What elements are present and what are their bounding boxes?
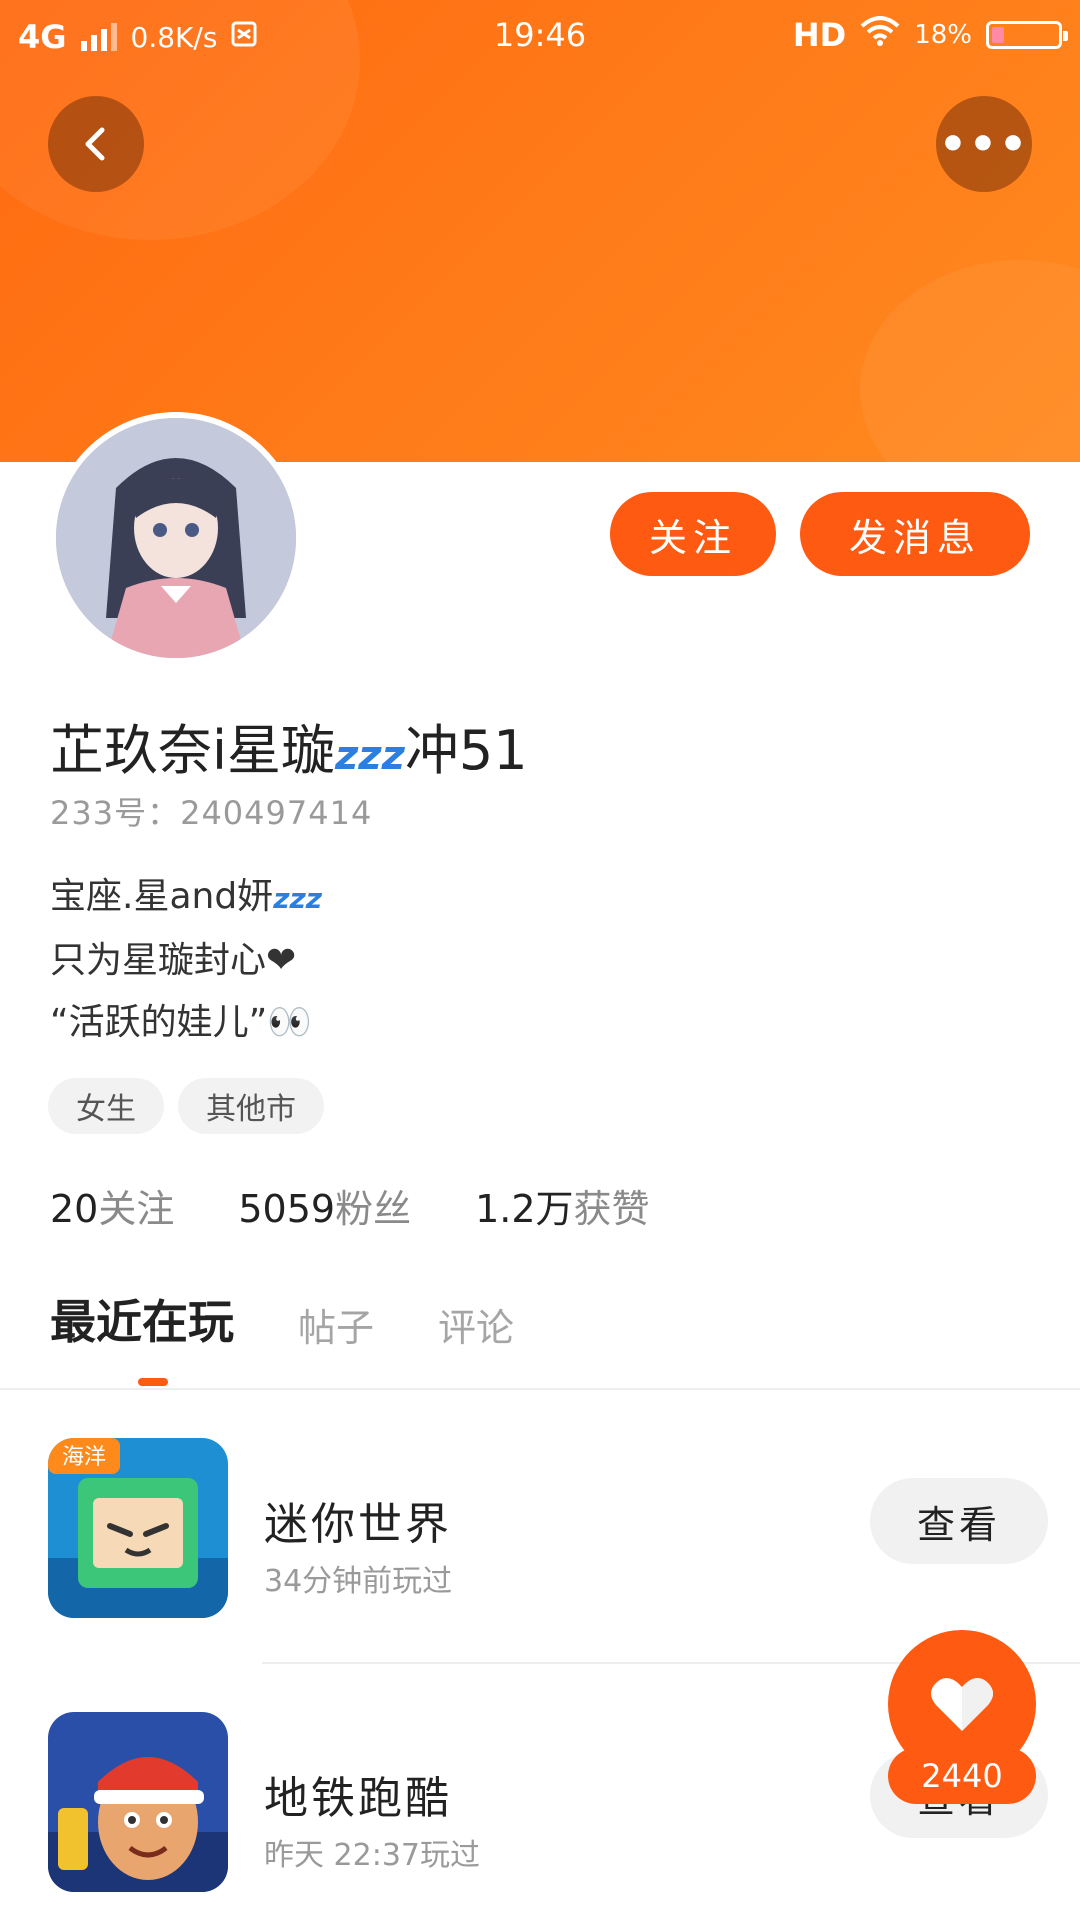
game-title: 地铁跑酷: [264, 1773, 452, 1824]
user-bio: 宝座.星and妍zzz 只为星璇封心❤ “活跃的娃儿”👀: [50, 866, 322, 1054]
zzz-emoji: zzz: [273, 882, 323, 915]
bio-line: 宝座.星and妍: [50, 876, 274, 917]
tag-gender: 女生: [48, 1078, 164, 1134]
battery-icon: [986, 21, 1068, 49]
send-message-button[interactable]: 发消息: [800, 492, 1030, 576]
user-tags: 女生 其他市: [48, 1078, 324, 1134]
profile-tabs: 最近在玩 帖子 评论: [50, 1286, 514, 1352]
game-badge: 海洋: [62, 1445, 106, 1470]
wifi-icon: [860, 16, 900, 54]
mini-world-icon: 海洋: [48, 1438, 228, 1618]
user-name: 芷玖奈i星璇zzz冲51: [50, 706, 528, 785]
avatar-image: [56, 418, 296, 658]
tab-recently-played[interactable]: 最近在玩: [50, 1286, 234, 1352]
view-button[interactable]: 查看: [870, 1478, 1048, 1564]
user-name-text: 芷玖奈i星璇: [50, 719, 336, 782]
avatar[interactable]: [50, 412, 302, 664]
zzz-emoji: zzz: [335, 733, 405, 779]
follow-button[interactable]: 关注: [610, 492, 776, 576]
profile-header-banner: 4G 0.8K/s 19:46 HD 18% •••: [0, 0, 1080, 462]
stat-likes[interactable]: 1.2万获赞: [475, 1178, 649, 1233]
like-count: 2440: [888, 1748, 1036, 1804]
status-bar: 4G 0.8K/s 19:46 HD 18%: [0, 0, 1080, 70]
bio-line: 只为星璇封心❤: [50, 940, 297, 981]
list-item[interactable]: 海洋 迷你世界 34分钟前玩过 查看: [48, 1438, 1048, 1618]
tag-city: 其他市: [178, 1078, 324, 1134]
tab-comments[interactable]: 评论: [438, 1297, 514, 1352]
game-title: 迷你世界: [264, 1499, 452, 1550]
last-played-time: 昨天 22:37玩过: [264, 1838, 480, 1873]
more-dots-icon: •••: [938, 118, 1030, 170]
last-played-time: 34分钟前玩过: [264, 1564, 453, 1599]
stat-following[interactable]: 20关注: [50, 1178, 174, 1233]
decor-blob: [860, 260, 1080, 462]
subway-surfers-icon: [48, 1712, 228, 1892]
bio-line: “活跃的娃儿”👀: [50, 1002, 313, 1043]
more-button[interactable]: •••: [936, 96, 1032, 192]
divider: [0, 1388, 1080, 1390]
battery-percent: 18%: [914, 20, 972, 50]
tab-indicator: [138, 1378, 168, 1386]
user-stats: 20关注 5059粉丝 1.2万获赞: [50, 1178, 650, 1233]
user-name-suffix: 冲51: [404, 719, 528, 782]
chevron-left-icon: [85, 127, 105, 161]
user-id: 233号：240497414: [50, 794, 373, 832]
back-button[interactable]: [48, 96, 144, 192]
heart-icon: [931, 1678, 993, 1731]
stat-fans[interactable]: 5059粉丝: [238, 1178, 411, 1233]
tab-posts[interactable]: 帖子: [298, 1297, 374, 1352]
hd-indicator: HD: [792, 16, 847, 54]
